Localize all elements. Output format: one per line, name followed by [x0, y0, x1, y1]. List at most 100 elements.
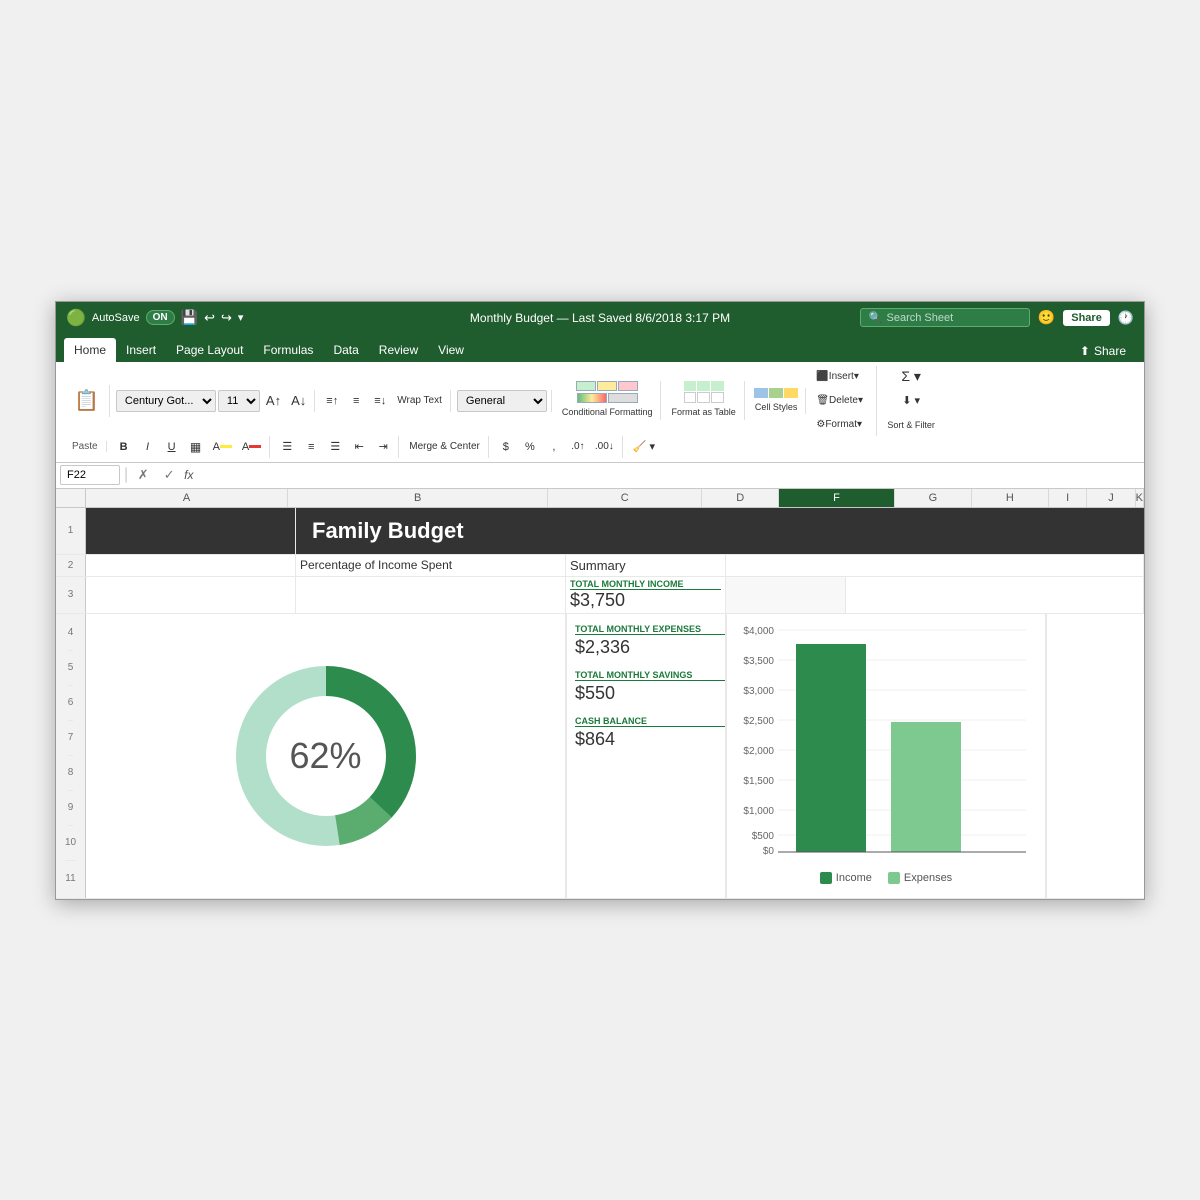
confirm-formula-button[interactable]: ✓	[158, 464, 180, 486]
wrap-text-button[interactable]: Wrap Text	[393, 390, 446, 412]
col-header-b[interactable]: B	[288, 489, 548, 507]
tab-home[interactable]: Home	[64, 338, 116, 362]
format-as-table-button[interactable]: Format as Table	[667, 405, 739, 420]
savings-value: $550	[575, 683, 725, 704]
col-header-d[interactable]: D	[702, 489, 779, 507]
number-format-select[interactable]: General	[457, 390, 547, 412]
dec-increase-button[interactable]: .0↑	[567, 436, 589, 458]
svg-text:$500: $500	[752, 831, 775, 842]
dollar-button[interactable]: $	[495, 436, 517, 458]
cell-2-rest[interactable]	[726, 555, 1144, 576]
donut-chart-cell[interactable]: 62%	[86, 614, 566, 898]
search-input[interactable]	[887, 312, 1027, 324]
svg-text:$2,500: $2,500	[743, 716, 774, 727]
summary-cell[interactable]: TOTAL MONTHLY EXPENSES $2,336 TOTAL MONT…	[566, 614, 726, 898]
italic-button[interactable]: I	[137, 436, 159, 458]
save-icon[interactable]: 💾	[181, 309, 198, 326]
paste-label-group: Paste	[64, 441, 107, 452]
search-box[interactable]: 🔍	[860, 308, 1030, 327]
bold-button[interactable]: B	[113, 436, 135, 458]
cell-2-c[interactable]: Summary	[566, 555, 726, 576]
cell-styles-group: Cell Styles	[747, 388, 807, 414]
text-align-group: ☰ ≡ ☰ ⇤ ⇥	[272, 436, 399, 458]
cell-1-b[interactable]: Family Budget	[296, 508, 1016, 554]
customize-icon[interactable]: ▾	[238, 311, 244, 324]
cell-3-chart[interactable]	[726, 577, 846, 613]
delete-button[interactable]: 🗑 Delete ▾	[812, 390, 872, 412]
col-header-h[interactable]: I	[1049, 489, 1088, 507]
cell-3-c[interactable]: TOTAL MONTHLY INCOME $3,750	[566, 577, 726, 613]
increase-font-button[interactable]: A↑	[262, 390, 285, 412]
undo-icon[interactable]: ↩	[204, 310, 215, 326]
align-bottom-button[interactable]: ≡↓	[369, 390, 391, 412]
smiley-icon[interactable]: 🙂	[1038, 309, 1055, 326]
ribbon-toolbar-row2: Paste B I U ▦ A A ☰ ≡ ☰ ⇤ ⇥ Merge & Cent…	[56, 436, 1144, 463]
sum-button[interactable]: Σ ▾	[897, 366, 925, 388]
align-top-button[interactable]: ≡↑	[321, 390, 343, 412]
tab-formulas[interactable]: Formulas	[253, 338, 323, 362]
border-button[interactable]: ▦	[185, 436, 207, 458]
fill-color-button[interactable]: A	[209, 436, 236, 458]
formula-input[interactable]	[198, 469, 1141, 481]
autosave-toggle[interactable]: ON	[146, 310, 175, 325]
dec-decrease-button[interactable]: .00↓	[591, 436, 618, 458]
decrease-indent-button[interactable]: ⇤	[348, 436, 370, 458]
cell-2-a[interactable]	[86, 555, 296, 576]
cell-3-b[interactable]	[296, 577, 566, 613]
align-right-button[interactable]: ☰	[324, 436, 346, 458]
paste-label: Paste	[68, 441, 102, 452]
col-header-i[interactable]: J	[1087, 489, 1135, 507]
col-header-f[interactable]: G	[895, 489, 972, 507]
tab-view[interactable]: View	[428, 338, 474, 362]
formula-bar-divider: |	[124, 466, 128, 484]
share-button[interactable]: Share	[1063, 310, 1110, 326]
cancel-formula-button[interactable]: ✗	[132, 464, 154, 486]
share-area[interactable]: ⬆Share	[1070, 340, 1136, 362]
align-middle-button[interactable]: ≡	[345, 390, 367, 412]
cells-group: ⬛ Insert ▾ 🗑 Delete ▾ ⚙ Format ▾	[808, 366, 877, 436]
alignment-group: ≡↑ ≡ ≡↓ Wrap Text	[317, 390, 451, 412]
tab-data[interactable]: Data	[323, 338, 368, 362]
redo-icon[interactable]: ↪	[221, 310, 232, 326]
paste-button[interactable]: 📋	[70, 385, 103, 417]
cell-reference-box[interactable]: F22	[60, 465, 120, 485]
grid-row-1: 1 Family Budget	[56, 508, 1144, 555]
percent-button[interactable]: %	[519, 436, 541, 458]
history-icon[interactable]: 🕐	[1118, 310, 1134, 326]
comma-button[interactable]: ,	[543, 436, 565, 458]
donut-chart: 62%	[236, 666, 416, 846]
number-format-group: $ % , .0↑ .00↓	[491, 436, 623, 458]
cell-3-a[interactable]	[86, 577, 296, 613]
increase-indent-button[interactable]: ⇥	[372, 436, 394, 458]
align-left-button[interactable]: ☰	[276, 436, 298, 458]
cell-styles-button[interactable]: Cell Styles	[751, 400, 802, 414]
decrease-font-button[interactable]: A↓	[287, 390, 310, 412]
sort-filter-button[interactable]: Sort & Filter	[883, 414, 939, 436]
tab-review[interactable]: Review	[369, 338, 428, 362]
cell-3-rest[interactable]	[846, 577, 1144, 613]
bar-chart-cell[interactable]: $4,000 $3,500 $3,000 $2,500 $2,000 $1,50…	[726, 614, 1046, 898]
expenses-label: TOTAL MONTHLY EXPENSES	[575, 624, 725, 635]
col-header-a[interactable]: A	[86, 489, 288, 507]
cell-1-a[interactable]	[86, 508, 296, 554]
cell-2-b[interactable]: Percentage of Income Spent	[296, 555, 566, 576]
conditional-formatting-button[interactable]: Conditional Formatting	[558, 405, 657, 420]
font-size-select[interactable]: 11	[218, 390, 260, 412]
underline-button[interactable]: U	[161, 436, 183, 458]
clear-button[interactable]: 🧹 ▾	[629, 436, 659, 458]
summary-item-savings: TOTAL MONTHLY SAVINGS $550	[575, 670, 725, 704]
col-header-e[interactable]: F	[779, 489, 895, 507]
insert-button[interactable]: ⬛ Insert ▾	[812, 366, 872, 388]
format-button[interactable]: ⚙ Format ▾	[812, 414, 872, 436]
tab-page-layout[interactable]: Page Layout	[166, 338, 253, 362]
col-header-g[interactable]: H	[972, 489, 1049, 507]
tab-insert[interactable]: Insert	[116, 338, 166, 362]
col-header-j[interactable]: K	[1136, 489, 1144, 507]
fill-button[interactable]: ⬇ ▾	[898, 390, 924, 412]
expenses-legend-label: Expenses	[904, 872, 952, 884]
merge-center-button[interactable]: Merge & Center	[405, 436, 484, 458]
align-center-button[interactable]: ≡	[300, 436, 322, 458]
font-color-button[interactable]: A	[238, 436, 265, 458]
col-header-c[interactable]: C	[548, 489, 702, 507]
font-family-select[interactable]: Century Got...	[116, 390, 216, 412]
